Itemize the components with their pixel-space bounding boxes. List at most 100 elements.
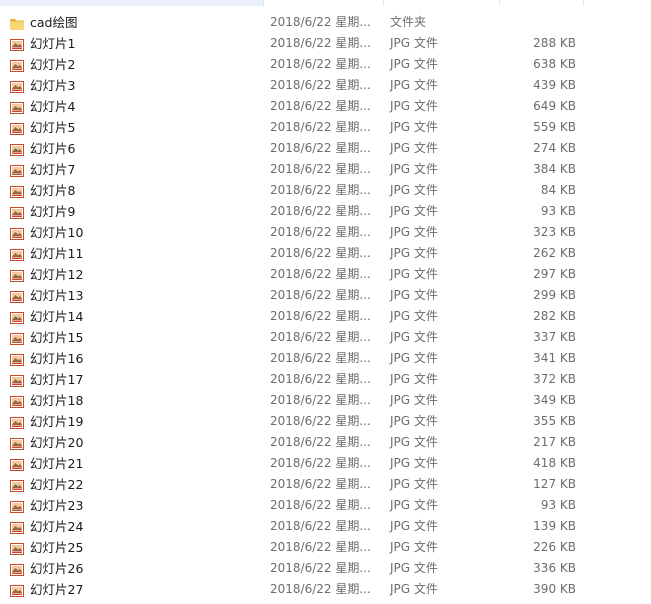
file-name: 幻灯片22 [30,477,84,492]
column-header-strip [0,0,651,6]
file-row[interactable]: 幻灯片13 2018/6/22 星期... JPG 文件 299 KB [0,285,651,306]
file-name: 幻灯片20 [30,435,84,450]
file-name: 幻灯片23 [30,498,84,513]
file-name: 幻灯片4 [30,99,76,114]
file-row[interactable]: 幻灯片24 2018/6/22 星期... JPG 文件 139 KB [0,516,651,537]
file-name: 幻灯片26 [30,561,84,576]
file-date-modified: 2018/6/22 星期... [270,15,371,29]
file-row[interactable]: 幻灯片5 2018/6/22 星期... JPG 文件 559 KB [0,117,651,138]
file-date-modified: 2018/6/22 星期... [270,120,371,134]
jpg-file-icon [10,478,24,492]
file-row[interactable]: 幻灯片3 2018/6/22 星期... JPG 文件 439 KB [0,75,651,96]
file-date-modified: 2018/6/22 星期... [270,561,371,575]
folder-row[interactable]: cad绘图 2018/6/22 星期... 文件夹 [0,12,651,33]
file-type: 文件夹 [390,15,427,29]
file-row[interactable]: 幻灯片10 2018/6/22 星期... JPG 文件 323 KB [0,222,651,243]
file-row[interactable]: 幻灯片27 2018/6/22 星期... JPG 文件 390 KB [0,579,651,600]
file-row[interactable]: 幻灯片25 2018/6/22 星期... JPG 文件 226 KB [0,537,651,558]
file-type: JPG 文件 [390,36,438,50]
file-row[interactable]: 幻灯片8 2018/6/22 星期... JPG 文件 84 KB [0,180,651,201]
file-row[interactable]: 幻灯片17 2018/6/22 星期... JPG 文件 372 KB [0,369,651,390]
file-size: 226 KB [533,540,576,554]
file-row[interactable]: 幻灯片4 2018/6/22 星期... JPG 文件 649 KB [0,96,651,117]
jpg-file-icon [10,499,24,513]
file-date-modified: 2018/6/22 星期... [270,162,371,176]
file-row[interactable]: 幻灯片15 2018/6/22 星期... JPG 文件 337 KB [0,327,651,348]
file-date-modified: 2018/6/22 星期... [270,435,371,449]
jpg-file-icon [10,163,24,177]
file-date-modified: 2018/6/22 星期... [270,477,371,491]
file-row[interactable]: 幻灯片11 2018/6/22 星期... JPG 文件 262 KB [0,243,651,264]
file-type: JPG 文件 [390,78,438,92]
file-size: 299 KB [533,288,576,302]
file-size: 127 KB [533,477,576,491]
file-type: JPG 文件 [390,225,438,239]
file-date-modified: 2018/6/22 星期... [270,372,371,386]
file-row[interactable]: 幻灯片21 2018/6/22 星期... JPG 文件 418 KB [0,453,651,474]
file-name: 幻灯片21 [30,456,84,471]
file-date-modified: 2018/6/22 星期... [270,225,371,239]
column-divider[interactable] [383,0,384,6]
file-row[interactable]: 幻灯片20 2018/6/22 星期... JPG 文件 217 KB [0,432,651,453]
file-type: JPG 文件 [390,540,438,554]
jpg-file-icon [10,37,24,51]
file-name: 幻灯片27 [30,582,84,597]
jpg-file-icon [10,583,24,597]
file-row[interactable]: 幻灯片19 2018/6/22 星期... JPG 文件 355 KB [0,411,651,432]
file-row[interactable]: 幻灯片9 2018/6/22 星期... JPG 文件 93 KB [0,201,651,222]
file-row[interactable]: 幻灯片6 2018/6/22 星期... JPG 文件 274 KB [0,138,651,159]
file-size: 418 KB [533,456,576,470]
file-name: 幻灯片10 [30,225,84,240]
jpg-file-icon [10,121,24,135]
file-type: JPG 文件 [390,582,438,596]
file-size: 337 KB [533,330,576,344]
file-date-modified: 2018/6/22 星期... [270,36,371,50]
file-type: JPG 文件 [390,561,438,575]
jpg-file-icon [10,310,24,324]
file-row[interactable]: 幻灯片12 2018/6/22 星期... JPG 文件 297 KB [0,264,651,285]
file-row[interactable]: 幻灯片2 2018/6/22 星期... JPG 文件 638 KB [0,54,651,75]
file-size: 439 KB [533,78,576,92]
file-type: JPG 文件 [390,477,438,491]
jpg-file-icon [10,205,24,219]
jpg-file-icon [10,415,24,429]
jpg-file-icon [10,520,24,534]
file-size: 93 KB [540,498,576,512]
file-name: 幻灯片24 [30,519,84,534]
file-name: 幻灯片6 [30,141,76,156]
file-type: JPG 文件 [390,246,438,260]
file-row[interactable]: 幻灯片16 2018/6/22 星期... JPG 文件 341 KB [0,348,651,369]
jpg-file-icon [10,541,24,555]
file-name: 幻灯片18 [30,393,84,408]
file-row[interactable]: 幻灯片7 2018/6/22 星期... JPG 文件 384 KB [0,159,651,180]
column-divider[interactable] [583,0,584,6]
column-divider[interactable] [263,0,264,6]
file-name: 幻灯片8 [30,183,76,198]
file-type: JPG 文件 [390,57,438,71]
file-date-modified: 2018/6/22 星期... [270,351,371,365]
file-date-modified: 2018/6/22 星期... [270,267,371,281]
file-date-modified: 2018/6/22 星期... [270,582,371,596]
file-name: 幻灯片25 [30,540,84,555]
file-row[interactable]: 幻灯片23 2018/6/22 星期... JPG 文件 93 KB [0,495,651,516]
column-divider[interactable] [499,0,500,6]
file-name: 幻灯片12 [30,267,84,282]
file-row[interactable]: 幻灯片18 2018/6/22 星期... JPG 文件 349 KB [0,390,651,411]
file-type: JPG 文件 [390,309,438,323]
file-date-modified: 2018/6/22 星期... [270,414,371,428]
column-header-name[interactable] [0,0,263,6]
file-size: 649 KB [533,99,576,113]
file-row[interactable]: 幻灯片14 2018/6/22 星期... JPG 文件 282 KB [0,306,651,327]
file-name: 幻灯片16 [30,351,84,366]
file-row[interactable]: 幻灯片26 2018/6/22 星期... JPG 文件 336 KB [0,558,651,579]
file-name: 幻灯片17 [30,372,84,387]
file-date-modified: 2018/6/22 星期... [270,141,371,155]
file-row[interactable]: 幻灯片22 2018/6/22 星期... JPG 文件 127 KB [0,474,651,495]
file-size: 274 KB [533,141,576,155]
file-size: 349 KB [533,393,576,407]
file-size: 297 KB [533,267,576,281]
file-type: JPG 文件 [390,393,438,407]
file-size: 355 KB [533,414,576,428]
file-name: 幻灯片5 [30,120,76,135]
file-row[interactable]: 幻灯片1 2018/6/22 星期... JPG 文件 288 KB [0,33,651,54]
